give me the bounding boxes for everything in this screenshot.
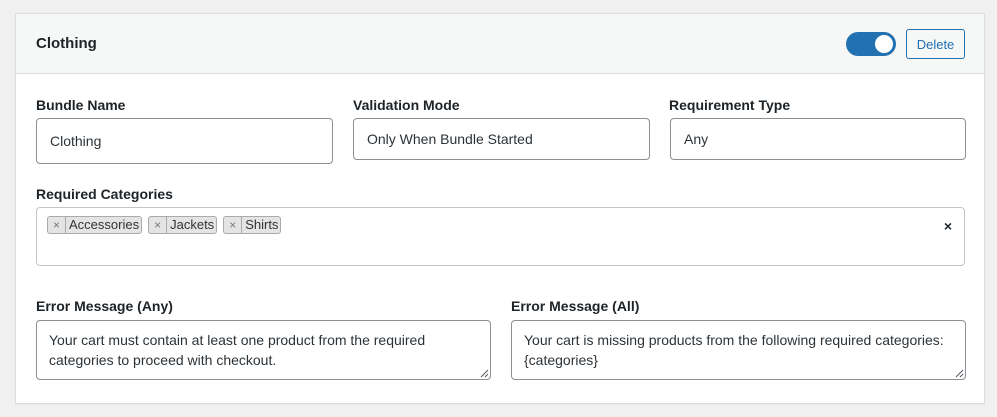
category-tag-shirts: × Shirts: [223, 216, 282, 234]
bundle-name-label: Bundle Name: [36, 97, 126, 113]
toggle-knob: [875, 35, 893, 53]
error-message-any-value: Your cart must contain at least one prod…: [49, 332, 426, 368]
category-tag-jackets: × Jackets: [148, 216, 218, 234]
enable-toggle[interactable]: [846, 32, 896, 56]
required-categories-multiselect[interactable]: × Accessories × Jackets × Shirts ×: [36, 207, 965, 266]
tag-label: Shirts: [245, 217, 279, 232]
resize-handle-icon[interactable]: [955, 369, 964, 378]
bundle-card: Clothing Delete Bundle Name Clothing Val…: [15, 13, 985, 404]
bundle-name-value: Clothing: [50, 133, 102, 149]
bundle-name-input[interactable]: Clothing: [36, 118, 333, 164]
requirement-type-value: Any: [684, 131, 709, 147]
error-message-all-textarea[interactable]: Your cart is missing products from the f…: [511, 320, 966, 380]
validation-mode-select[interactable]: Only When Bundle Started: [353, 118, 650, 160]
validation-mode-value: Only When Bundle Started: [367, 131, 533, 147]
tag-label: Accessories: [69, 217, 140, 232]
requirement-type-label: Requirement Type: [669, 97, 791, 113]
resize-handle-icon[interactable]: [480, 369, 489, 378]
tag-remove-icon[interactable]: ×: [48, 217, 67, 233]
tag-remove-icon[interactable]: ×: [224, 217, 243, 233]
error-message-all-label: Error Message (All): [511, 298, 640, 314]
error-message-all-value: Your cart is missing products from the f…: [524, 332, 944, 368]
error-message-any-label: Error Message (Any): [36, 298, 173, 314]
tag-remove-icon[interactable]: ×: [149, 217, 168, 233]
category-tags: × Accessories × Jackets × Shirts: [47, 216, 282, 234]
required-categories-label: Required Categories: [36, 186, 173, 202]
card-header: Clothing Delete: [16, 14, 984, 74]
validation-mode-label: Validation Mode: [353, 97, 460, 113]
delete-button[interactable]: Delete: [906, 29, 965, 59]
category-tag-accessories: × Accessories: [47, 216, 143, 234]
clear-all-icon[interactable]: ×: [944, 218, 952, 234]
tag-label: Jackets: [170, 217, 215, 232]
error-message-any-textarea[interactable]: Your cart must contain at least one prod…: [36, 320, 491, 380]
card-title: Clothing: [36, 35, 97, 52]
requirement-type-select[interactable]: Any: [670, 118, 966, 160]
